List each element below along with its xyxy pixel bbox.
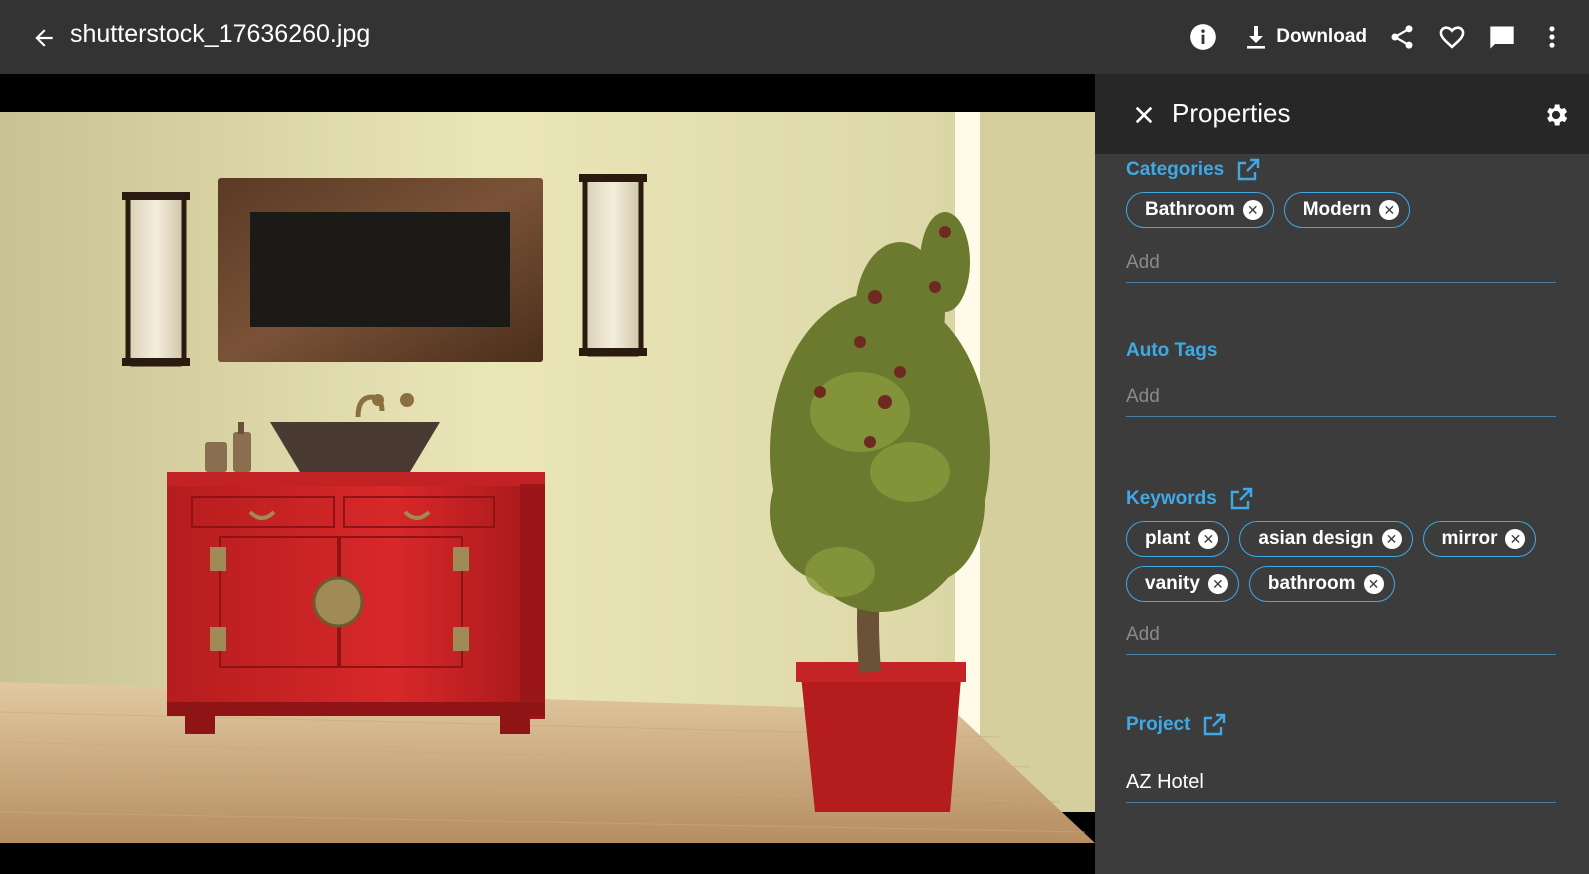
panel-title: Properties <box>1172 98 1291 128</box>
remove-chip-icon[interactable]: ✕ <box>1198 529 1219 549</box>
gear-icon <box>1547 104 1568 126</box>
keywords-label: Keywords <box>1126 488 1217 509</box>
remove-chip-icon[interactable]: ✕ <box>1242 200 1263 220</box>
properties-panel: Properties Categories Bathroom ✕ Modern ✕ … <box>1095 74 1589 874</box>
share-button[interactable] <box>1383 18 1421 56</box>
auto-tags-label: Auto Tags <box>1126 340 1218 361</box>
categories-label: Categories <box>1126 159 1225 180</box>
project-external-link[interactable] <box>1202 713 1226 737</box>
keyword-chip[interactable]: vanity ✕ <box>1126 566 1239 602</box>
remove-chip-icon[interactable]: ✕ <box>1379 200 1400 220</box>
info-button[interactable] <box>1184 18 1222 56</box>
external-link-icon <box>1204 713 1226 736</box>
download-label: Download <box>1276 26 1367 47</box>
info-icon <box>1190 24 1217 50</box>
heart-icon <box>1439 26 1465 49</box>
settings-button[interactable] <box>1541 100 1571 130</box>
auto-tags-add-input[interactable] <box>1126 377 1556 417</box>
project-value[interactable]: AZ Hotel <box>1126 763 1556 803</box>
properties-header: Properties <box>1095 74 1589 154</box>
external-link-icon <box>1238 158 1260 181</box>
remove-chip-icon[interactable]: ✕ <box>1381 529 1402 549</box>
external-link-icon <box>1230 487 1253 510</box>
keywords-section: Keywords plant ✕ asian design ✕ mirror ✕ va… <box>1126 485 1556 655</box>
favorite-button[interactable] <box>1433 18 1471 56</box>
comment-button[interactable] <box>1483 18 1521 56</box>
remove-chip-icon[interactable]: ✕ <box>1207 574 1228 594</box>
categories-external-link[interactable] <box>1236 158 1260 182</box>
keyword-chip[interactable]: asian design ✕ <box>1239 521 1413 557</box>
more-vertical-icon <box>1549 26 1555 48</box>
bathroom-photo <box>0 112 1095 843</box>
category-chip[interactable]: Bathroom ✕ <box>1126 192 1274 228</box>
more-options-button[interactable] <box>1533 18 1571 56</box>
auto-tags-section: Auto Tags <box>1126 337 1556 417</box>
keyword-chip[interactable]: mirror ✕ <box>1422 521 1537 557</box>
project-section: Project AZ Hotel <box>1126 711 1556 803</box>
category-chip[interactable]: Modern ✕ <box>1283 192 1411 228</box>
close-icon <box>1135 106 1153 124</box>
keywords-external-link[interactable] <box>1229 487 1253 511</box>
download-icon <box>1247 26 1266 49</box>
keywords-add-input[interactable] <box>1126 615 1556 655</box>
back-button[interactable] <box>28 22 60 54</box>
project-label: Project <box>1126 714 1191 735</box>
keywords-chips: plant ✕ asian design ✕ mirror ✕ vanity ✕ bat… <box>1126 521 1556 611</box>
file-name: shutterstock_17636260.jpg <box>70 20 371 48</box>
keyword-chip[interactable]: plant ✕ <box>1126 521 1230 557</box>
download-button[interactable]: Download <box>1244 18 1367 56</box>
top-bar: shutterstock_17636260.jpg Download <box>0 0 1589 74</box>
categories-chips: Bathroom ✕ Modern ✕ <box>1126 192 1556 237</box>
keyword-chip[interactable]: bathroom ✕ <box>1248 566 1395 602</box>
categories-section: Categories Bathroom ✕ Modern ✕ <box>1126 156 1556 283</box>
share-icon <box>1391 25 1413 49</box>
remove-chip-icon[interactable]: ✕ <box>1505 529 1526 549</box>
close-panel-button[interactable] <box>1131 102 1157 128</box>
remove-chip-icon[interactable]: ✕ <box>1363 574 1384 594</box>
toolbar-actions: Download <box>1172 18 1571 56</box>
categories-add-input[interactable] <box>1126 243 1556 283</box>
image-viewer[interactable] <box>0 74 1095 874</box>
arrow-left-icon <box>35 29 53 47</box>
comment-icon <box>1490 26 1514 49</box>
